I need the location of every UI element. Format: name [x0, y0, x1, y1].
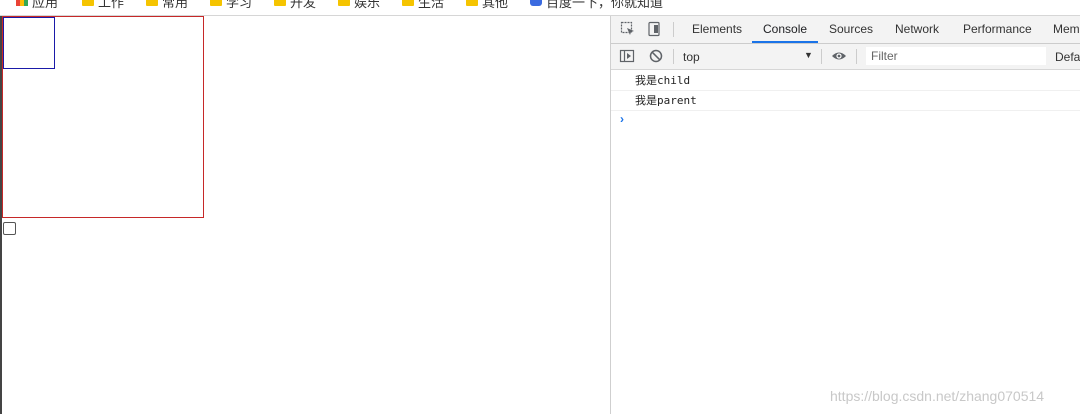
device-toolbar-icon[interactable] — [646, 21, 662, 37]
bookmark-folder[interactable]: 学习 — [210, 0, 252, 10]
filter-input[interactable] — [866, 47, 1046, 65]
checkbox[interactable] — [3, 222, 16, 235]
watermark: https://blog.csdn.net/zhang070514 — [830, 388, 1045, 404]
folder-icon — [210, 0, 222, 6]
bookmark-folder[interactable]: 生活 — [402, 0, 444, 10]
bookmark-folder[interactable]: 其他 — [466, 0, 508, 10]
folder-icon — [466, 0, 478, 6]
log-levels-dropdown[interactable]: Defa — [1055, 50, 1080, 64]
sidebar-toggle-icon[interactable] — [619, 48, 635, 64]
toolbar-separator — [673, 49, 674, 64]
bookmark-apps[interactable]: 应用 — [16, 0, 58, 10]
folder-icon — [338, 0, 350, 6]
console-log-entry: 我是child — [611, 71, 1080, 91]
baidu-icon — [530, 0, 542, 6]
tab-console[interactable]: Console — [752, 16, 819, 43]
tab-network[interactable]: Network — [895, 16, 939, 42]
inspect-element-icon[interactable] — [620, 21, 636, 37]
tab-memory[interactable]: Mem — [1053, 16, 1080, 42]
eye-icon[interactable] — [831, 48, 847, 64]
devtools-tabbar: Elements Console Sources Network Perform… — [611, 16, 1080, 44]
console-toolbar: top ▼ Defa — [611, 44, 1080, 70]
chevron-down-icon[interactable]: ▼ — [804, 50, 813, 60]
devtools-panel: Elements Console Sources Network Perform… — [610, 16, 1080, 414]
folder-icon — [274, 0, 286, 6]
tab-performance[interactable]: Performance — [963, 16, 1032, 42]
bookmark-baidu[interactable]: 百度一下，你就知道 — [530, 0, 663, 10]
folder-icon — [82, 0, 94, 6]
folder-icon — [146, 0, 158, 6]
tab-elements[interactable]: Elements — [692, 16, 742, 42]
toolbar-separator — [856, 49, 857, 64]
console-prompt-icon[interactable]: › — [620, 112, 624, 126]
bookmarks-bar: 应用 工作 常用 学习 开发 娱乐 生活 其他 百度一下，你就知道 — [0, 0, 1080, 16]
context-selector[interactable]: top — [683, 50, 700, 64]
bookmark-folder[interactable]: 娱乐 — [338, 0, 380, 10]
toolbar-separator — [821, 49, 822, 64]
apps-icon — [16, 0, 28, 6]
tab-sources[interactable]: Sources — [829, 16, 873, 42]
console-log-entry: 我是parent — [611, 91, 1080, 111]
bookmark-folder[interactable]: 开发 — [274, 0, 316, 10]
bookmark-folder[interactable]: 工作 — [82, 0, 124, 10]
tabbar-separator — [673, 22, 674, 37]
clear-console-icon[interactable] — [648, 48, 664, 64]
child-box[interactable] — [3, 17, 55, 69]
folder-icon — [402, 0, 414, 6]
bookmark-folder[interactable]: 常用 — [146, 0, 188, 10]
